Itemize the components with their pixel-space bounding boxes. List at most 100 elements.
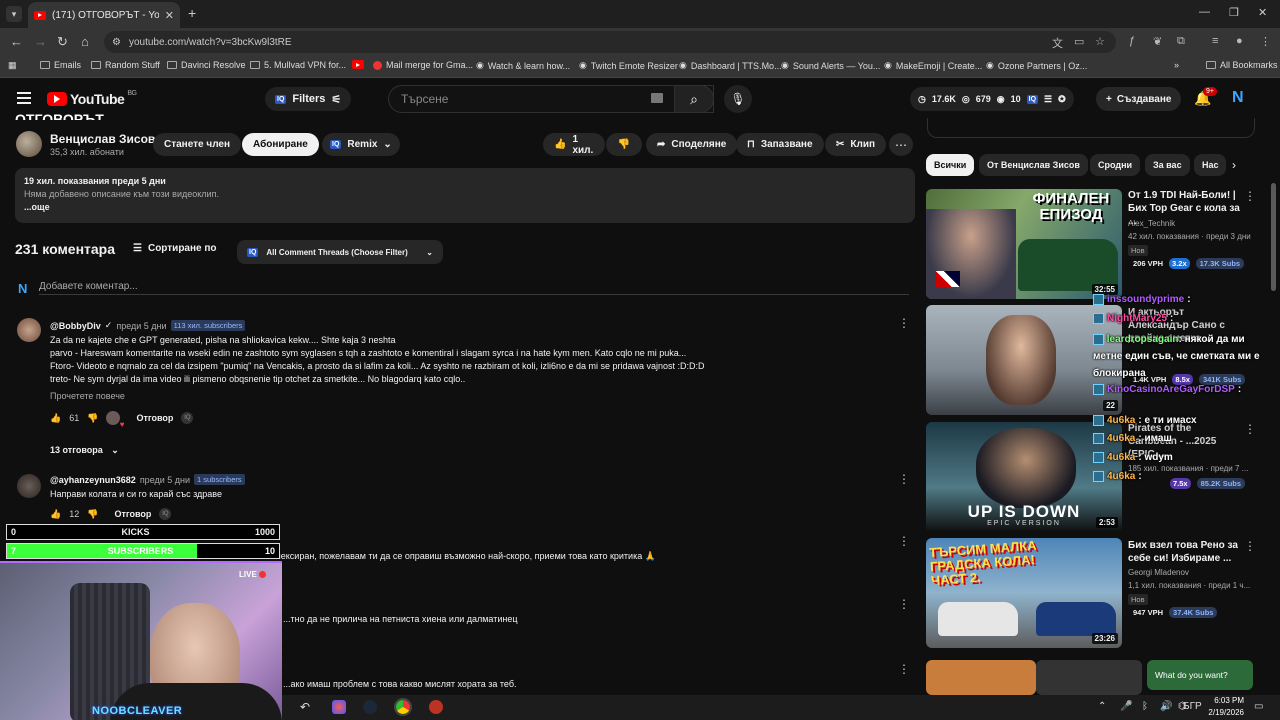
bookmark-emails[interactable]: Emails — [40, 60, 81, 70]
back-button[interactable]: ← — [10, 34, 23, 49]
translate-icon[interactable]: 文 — [1052, 35, 1063, 51]
forward-button[interactable]: → — [34, 34, 47, 49]
bookmark-sound-alerts[interactable]: ◉ Sound Alerts — You... — [781, 60, 880, 71]
reading-list-icon[interactable]: ≡ — [1212, 35, 1218, 47]
url-field[interactable]: ⚙ youtube.com/watch?v=3bcKw9l3tRE — [104, 31, 1116, 53]
app-icon[interactable]: ↶ — [300, 700, 314, 714]
thumbs-up-icon[interactable]: 👍 — [50, 413, 61, 424]
apps-grid-icon[interactable]: ▦ — [8, 60, 17, 71]
mic-icon[interactable]: 🎤 — [1120, 701, 1132, 712]
bookmark-youtube[interactable] — [352, 60, 364, 69]
bookmark-ozone[interactable]: ◉ Ozone Partners | Oz... — [986, 60, 1087, 71]
video-channel[interactable]: Georgi Mladenov — [1128, 568, 1189, 577]
bookmark-star-icon[interactable]: ☆ — [1095, 35, 1105, 48]
comment-menu-icon[interactable]: ⋮ — [898, 472, 910, 486]
bookmark-makeemoji[interactable]: ◉ MakeEmoji | Create... — [884, 60, 982, 71]
steam-icon[interactable] — [363, 700, 377, 714]
menu-icon[interactable] — [17, 92, 31, 104]
filters-button[interactable]: IQ Filters ⚟ — [265, 87, 352, 111]
video-menu-icon[interactable]: ⋮ — [1244, 189, 1256, 203]
chip-for-you[interactable]: За вас — [1145, 154, 1190, 176]
bookmark-twitch-emote[interactable]: ◉ Twitch Emote Resizer — [579, 60, 678, 71]
comment-avatar[interactable] — [17, 474, 41, 498]
comment-author[interactable]: @ayhanzeynun3682 — [50, 475, 136, 485]
extension-leaf-icon[interactable]: ❦ — [1153, 35, 1162, 48]
thumbs-up-icon[interactable]: 👍 — [50, 509, 61, 520]
tab-search-icon[interactable]: ▾ — [6, 6, 22, 22]
chrome-icon[interactable] — [394, 698, 412, 716]
extension-icon[interactable]: IQ — [181, 412, 194, 424]
extensions-puzzle-icon[interactable]: ⧉ — [1177, 35, 1185, 48]
clock[interactable]: 6:03 PM 2/19/2026 — [1196, 695, 1244, 719]
search-input[interactable]: Търсене — [388, 85, 714, 113]
read-more-link[interactable]: Прочетете повече — [50, 391, 125, 401]
bluetooth-icon[interactable]: ᛒ — [1142, 701, 1148, 712]
notification-center-icon[interactable]: ▭ — [1254, 701, 1263, 712]
share-button[interactable]: ➦ Споделяне — [646, 133, 738, 156]
reply-button[interactable]: Отговор — [136, 413, 173, 423]
dislike-button[interactable]: 👎 — [606, 133, 642, 156]
video-thumbnail[interactable]: ТЪРСИМ МАЛКА ГРАДСКА КОЛА! ЧАСТ 2. 23:26 — [926, 538, 1122, 648]
bookmark-random-stuff[interactable]: Random Stuff — [91, 60, 160, 70]
channel-avatar[interactable] — [16, 131, 42, 157]
site-info-icon[interactable]: ⚙ — [112, 37, 121, 48]
bookmark-mail-merge[interactable]: Mail merge for Gma... — [373, 60, 473, 70]
description-more-link[interactable]: ...още — [24, 202, 906, 212]
video-channel[interactable]: Alex_Technik — [1128, 219, 1175, 228]
bookmark-mullvad[interactable]: 5. Mullvad VPN for... — [250, 60, 346, 70]
youtube-logo[interactable]: YouTube BG — [47, 90, 137, 107]
comment-author[interactable]: @BobbyDiv — [50, 321, 101, 331]
search-button[interactable]: ⌕ — [674, 85, 714, 113]
sort-button[interactable]: ☰ Сортиране по — [133, 243, 217, 254]
bookmark-tts[interactable]: ◉ Dashboard | TTS.Mo... — [679, 60, 782, 71]
remix-button[interactable]: IQ Remix ⌄ — [322, 133, 400, 156]
subscribe-button[interactable]: Абониране — [242, 133, 319, 156]
channel-name[interactable]: Венцислав Зисов — [50, 132, 155, 146]
create-button[interactable]: + Създаване — [1096, 87, 1182, 111]
minimize-icon[interactable]: — — [1199, 6, 1210, 18]
video-thumbnail[interactable] — [1036, 660, 1142, 695]
comment-menu-icon[interactable]: ⋮ — [898, 534, 910, 548]
video-menu-icon[interactable]: ⋮ — [1244, 422, 1256, 436]
replies-toggle[interactable]: 13 отговора ⌄ — [50, 445, 119, 456]
tray-chevron-icon[interactable]: ⌃ — [1098, 701, 1106, 712]
keyboard-icon[interactable] — [651, 93, 663, 103]
browser-tab[interactable]: (171) ОТГОВОРЪТ - YouTube ✕ — [28, 2, 180, 28]
all-bookmarks[interactable]: All Bookmarks — [1206, 60, 1278, 70]
comment-time[interactable]: преди 5 дни — [140, 475, 190, 485]
comment-time[interactable]: преди 5 дни — [116, 321, 166, 331]
bookmark-watch-learn[interactable]: ◉ Watch & learn how... — [476, 60, 570, 71]
more-actions-icon[interactable]: ⋯ — [889, 133, 913, 156]
speaker-icon[interactable]: 🔊 — [1160, 701, 1172, 712]
new-tab-button[interactable]: + — [188, 5, 196, 21]
video-thumbnail[interactable] — [926, 660, 1036, 695]
chevron-right-icon[interactable]: › — [1232, 158, 1236, 172]
join-button[interactable]: Станете член — [153, 133, 242, 156]
browser-menu-icon[interactable]: ⋮ — [1260, 35, 1271, 48]
chip-more[interactable]: Нас — [1194, 154, 1226, 176]
cast-icon[interactable]: ▭ — [1074, 35, 1084, 48]
reload-button[interactable]: ↻ — [57, 34, 68, 50]
extension-stats-pill[interactable]: ◷ 17.6K ◎ 679 ◉ 10 IQ ☰ ✪ — [910, 87, 1074, 111]
account-avatar[interactable]: N — [1232, 89, 1248, 107]
app-icon[interactable] — [332, 700, 346, 714]
comment-menu-icon[interactable]: ⋮ — [898, 597, 910, 611]
like-button[interactable]: 👍 1 хил. — [543, 133, 605, 156]
comment-menu-icon[interactable]: ⋮ — [898, 662, 910, 676]
video-title[interactable]: Бих взел това Рено за себе си! Избираме … — [1128, 539, 1240, 565]
home-button[interactable]: ⌂ — [81, 34, 89, 49]
bookmark-davinci[interactable]: Davinci Resolve — [167, 60, 246, 70]
reply-button[interactable]: Отговор — [114, 509, 151, 519]
thread-filter-dropdown[interactable]: IQ All Comment Threads (Choose Filter) ⌄ — [237, 240, 443, 264]
comment-menu-icon[interactable]: ⋮ — [898, 316, 910, 330]
video-menu-icon[interactable]: ⋮ — [1244, 539, 1256, 553]
chip-related[interactable]: Сродни — [1090, 154, 1141, 176]
window-close-icon[interactable]: ✕ — [1258, 6, 1267, 19]
sidebar-scrollbar[interactable] — [1271, 183, 1276, 291]
clip-button[interactable]: ✂ Клип — [825, 133, 887, 156]
thumbs-down-icon[interactable]: 👎 — [87, 413, 98, 424]
app-icon[interactable] — [429, 700, 443, 714]
profile-icon[interactable]: ● — [1236, 35, 1243, 47]
comment-avatar[interactable] — [17, 318, 41, 342]
close-tab-icon[interactable]: ✕ — [165, 9, 174, 22]
